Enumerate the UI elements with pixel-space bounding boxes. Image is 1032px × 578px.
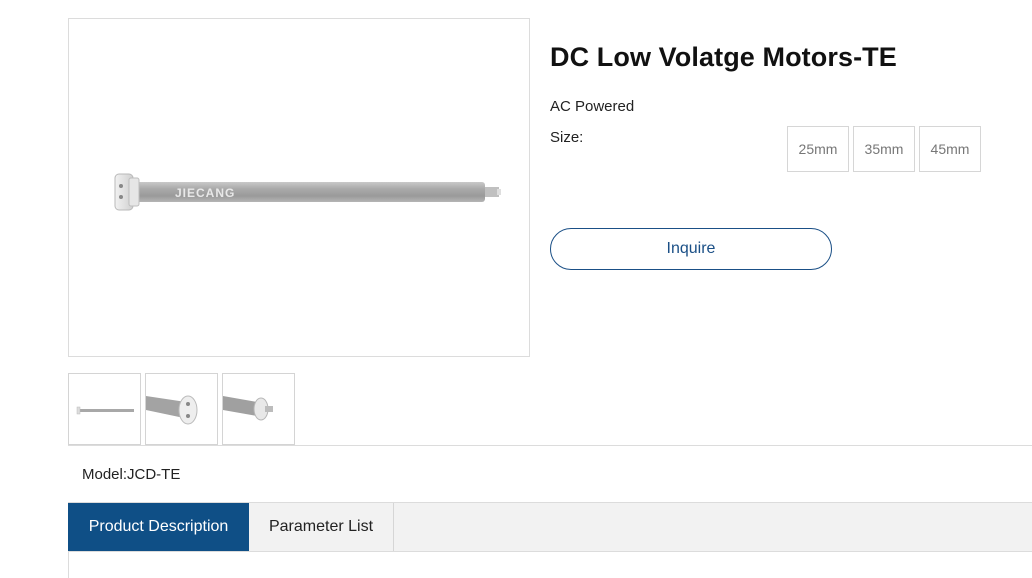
- size-option-25mm[interactable]: 25mm: [787, 126, 849, 172]
- logo-text: JIECANG: [175, 186, 235, 200]
- thumbnail-strip: [68, 373, 295, 445]
- motor-illustration: JIECANG: [114, 173, 501, 211]
- motor-end-thumb-icon: [223, 396, 273, 421]
- tab-parameter-list[interactable]: Parameter List: [249, 503, 394, 551]
- size-options: 25mm 35mm 45mm: [787, 126, 981, 172]
- size-option-45mm[interactable]: 45mm: [919, 126, 981, 172]
- thumbnail-3[interactable]: [222, 373, 295, 445]
- size-label: Size:: [550, 129, 584, 146]
- gallery-divider: [68, 445, 1032, 446]
- product-subtitle: AC Powered: [550, 98, 635, 115]
- motor-full-thumb-icon: [76, 406, 134, 415]
- size-option-35mm[interactable]: 35mm: [853, 126, 915, 172]
- thumbnail-1[interactable]: [68, 373, 141, 445]
- motor-head-thumb-icon: [146, 395, 198, 425]
- thumbnail-2[interactable]: [145, 373, 218, 445]
- tab-product-description[interactable]: Product Description: [68, 503, 249, 551]
- inquire-button[interactable]: Inquire: [550, 228, 832, 270]
- model-number: Model:JCD-TE: [82, 466, 181, 483]
- product-title: DC Low Volatge Motors-TE: [550, 42, 897, 72]
- content-panel-border: [68, 552, 69, 578]
- detail-tabs: Product Description Parameter List: [68, 502, 1032, 552]
- main-product-image: JIECANG: [68, 18, 530, 357]
